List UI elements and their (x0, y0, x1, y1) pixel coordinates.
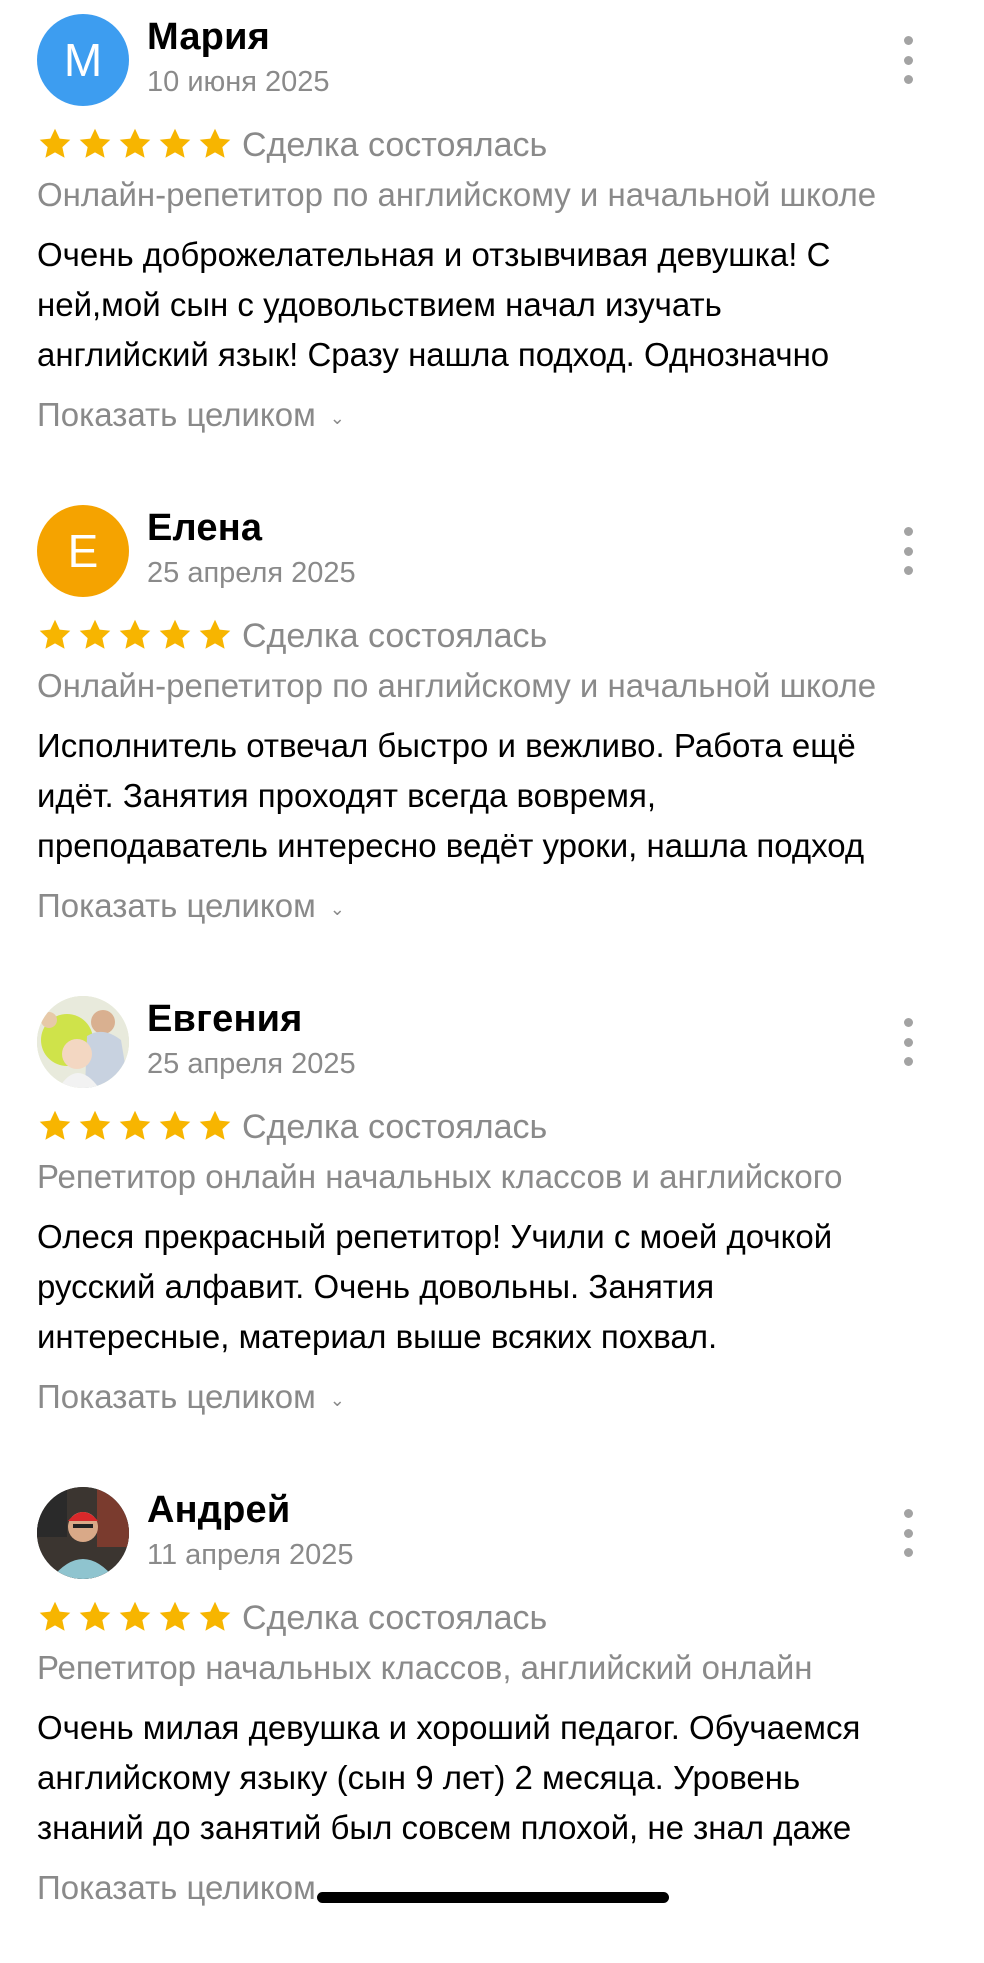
rating-stars (36, 1599, 236, 1635)
show-more-label: Показать целиком (37, 1378, 316, 1415)
review-text-line: Исполнитель отвечал быстро и вежливо. Ра… (37, 727, 856, 764)
review-card: Андрей 11 апреля 2025 Сделка состоялась … (0, 1473, 984, 1963)
more-options-icon[interactable] (888, 527, 928, 575)
show-more-button[interactable]: Показать целиком ⌄ (37, 1378, 345, 1416)
show-more-label: Показать целиком (37, 396, 316, 433)
rating-stars (36, 1108, 236, 1144)
star-icon (159, 1601, 191, 1631)
review-text-line: ней,мой сын с удовольствием начал изучат… (37, 286, 722, 323)
review-text-line: Олеся прекрасный репетитор! Учили с моей… (37, 1218, 833, 1255)
review-text-line: преподаватель интересно ведёт уроки, наш… (37, 827, 865, 864)
show-more-label: Показать целиком (37, 1869, 316, 1906)
user-photo-icon (37, 1487, 129, 1579)
star-icon (199, 619, 231, 649)
review-text-line: интересные, материал выше всяких похвал. (37, 1318, 718, 1355)
review-text: Очень доброжелательная и отзывчивая деву… (37, 230, 957, 380)
review-date: 25 апреля 2025 (147, 1048, 356, 1080)
deal-status: Сделка состоялась (242, 126, 548, 164)
star-icon (119, 1110, 151, 1140)
avatar[interactable]: Е (37, 505, 129, 597)
review-text-line: английскому языку (сын 9 лет) 2 месяца. … (37, 1759, 801, 1796)
star-icon (79, 619, 111, 649)
user-photo-icon (37, 996, 129, 1088)
home-indicator[interactable] (317, 1892, 669, 1903)
avatar-initial: М (63, 34, 103, 86)
review-card: Евгения 25 апреля 2025 Сделка состоялась… (0, 982, 984, 1472)
avatar[interactable] (37, 1487, 129, 1579)
star-icon (39, 1601, 71, 1631)
review-text: Исполнитель отвечал быстро и вежливо. Ра… (37, 721, 957, 871)
review-card: М Мария 10 июня 2025 Сделка состоялась О… (0, 0, 984, 490)
author-name[interactable]: Евгения (147, 998, 303, 1041)
star-icon (39, 1110, 71, 1140)
author-name[interactable]: Мария (147, 16, 270, 59)
star-icon (159, 1110, 191, 1140)
chevron-down-icon: ⌄ (329, 898, 345, 919)
star-icon (199, 1601, 231, 1631)
star-icon (79, 1110, 111, 1140)
star-icon (159, 619, 191, 649)
review-text-line: русский алфавит. Очень довольны. Занятия (37, 1268, 715, 1305)
avatar[interactable] (37, 996, 129, 1088)
review-text-line: Очень доброжелательная и отзывчивая деву… (37, 236, 831, 273)
review-text: Олеся прекрасный репетитор! Учили с моей… (37, 1212, 957, 1362)
review-text-line: знаний до занятий был совсем плохой, не … (37, 1809, 852, 1846)
avatar-initial: Е (67, 525, 99, 577)
more-options-icon[interactable] (888, 1018, 928, 1066)
chevron-down-icon: ⌄ (329, 407, 345, 428)
avatar[interactable]: М (37, 14, 129, 106)
author-name[interactable]: Елена (147, 507, 262, 550)
star-icon (39, 128, 71, 158)
rating-stars (36, 617, 236, 653)
star-icon (119, 128, 151, 158)
review-card: Е Елена 25 апреля 2025 Сделка состоялась… (0, 491, 984, 981)
more-options-icon[interactable] (888, 36, 928, 84)
service-title[interactable]: Онлайн-репетитор по английскому и началь… (37, 176, 876, 214)
review-text-line: Очень милая девушка и хороший педагог. О… (37, 1709, 861, 1746)
star-icon (119, 1601, 151, 1631)
service-title[interactable]: Онлайн-репетитор по английскому и началь… (37, 667, 876, 705)
deal-status: Сделка состоялась (242, 1108, 548, 1146)
deal-status: Сделка состоялась (242, 1599, 548, 1637)
deal-status: Сделка состоялась (242, 617, 548, 655)
star-icon (199, 1110, 231, 1140)
service-title[interactable]: Репетитор начальных классов, английский … (37, 1649, 813, 1687)
chevron-down-icon: ⌄ (329, 1389, 345, 1410)
review-date: 25 апреля 2025 (147, 557, 356, 589)
review-text-line: идёт. Занятия проходят всегда вовремя, (37, 777, 656, 814)
show-more-button[interactable]: Показать целиком ⌄ (37, 396, 345, 434)
star-icon (119, 619, 151, 649)
star-icon (39, 619, 71, 649)
service-title[interactable]: Репетитор онлайн начальных классов и анг… (37, 1158, 842, 1196)
show-more-label: Показать целиком (37, 887, 316, 924)
more-options-icon[interactable] (888, 1509, 928, 1557)
author-name[interactable]: Андрей (147, 1489, 290, 1532)
show-more-button[interactable]: Показать целиком ⌄ (37, 1869, 345, 1907)
review-date: 11 апреля 2025 (147, 1539, 354, 1571)
star-icon (159, 128, 191, 158)
review-text: Очень милая девушка и хороший педагог. О… (37, 1703, 957, 1853)
review-date: 10 июня 2025 (147, 66, 330, 98)
review-text-line: английский язык! Сразу нашла подход. Одн… (37, 336, 830, 373)
show-more-button[interactable]: Показать целиком ⌄ (37, 887, 345, 925)
star-icon (199, 128, 231, 158)
star-icon (79, 1601, 111, 1631)
rating-stars (36, 126, 236, 162)
star-icon (79, 128, 111, 158)
